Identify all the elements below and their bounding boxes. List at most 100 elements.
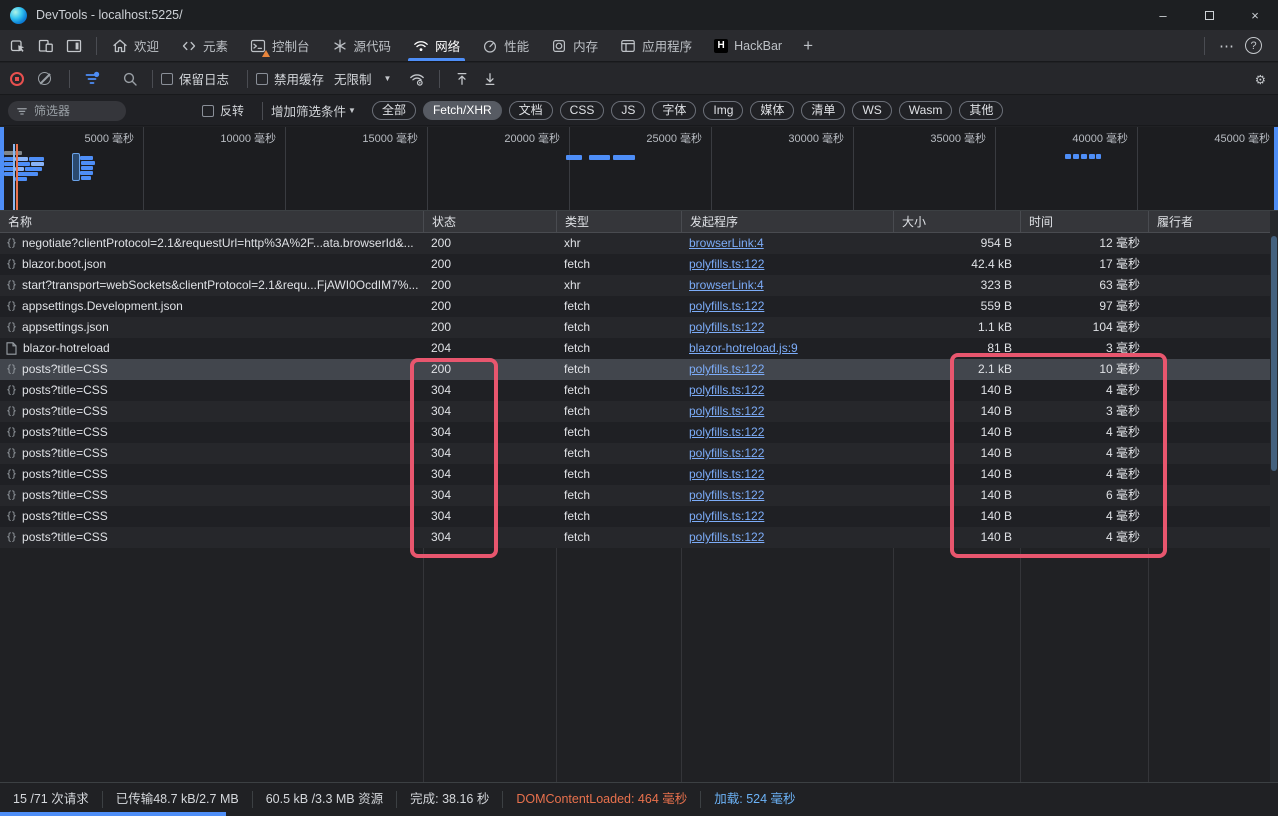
json-braces-icon: {} [6,317,16,338]
waterfall-bar [16,172,38,176]
device-toolbar-button[interactable] [32,33,60,59]
request-name-cell: {}posts?title=CSS [0,464,423,485]
preserve-log-checkbox[interactable] [161,73,173,85]
table-row[interactable]: {}negotiate?clientProtocol=2.1&requestUr… [0,233,1270,254]
type-cell: xhr [556,233,681,254]
resource-filter-chip-字体[interactable]: 字体 [652,101,696,120]
resource-filter-chip-Wasm[interactable]: Wasm [899,101,953,120]
overview-left-handle[interactable] [0,127,4,211]
help-button[interactable]: ? [1245,37,1262,54]
memory-icon [551,38,567,54]
minimize-button[interactable]: – [1140,0,1186,30]
initiator-link[interactable]: polyfills.ts:122 [689,299,764,313]
tab-欢迎[interactable]: 欢迎 [101,30,170,61]
more-tabs-button[interactable]: + [793,30,823,61]
tab-网络[interactable]: 网络 [402,30,471,61]
column-header-履行者[interactable]: 履行者 [1148,211,1270,233]
column-header-大小[interactable]: 大小 [893,211,1020,233]
import-har-button[interactable] [448,66,476,92]
initiator-link[interactable]: browserLink:4 [689,236,764,250]
initiator-link[interactable]: polyfills.ts:122 [689,257,764,271]
chevron-down-icon[interactable]: ▼ [384,74,392,83]
resource-filter-chip-Img[interactable]: Img [703,101,743,120]
clear-network-log-button[interactable] [38,72,51,85]
network-conditions-icon [409,71,425,87]
invert-filter-checkbox[interactable] [202,105,214,117]
waterfall-bar [80,171,93,175]
record-network-log-button[interactable] [10,72,24,86]
column-header-名称[interactable]: 名称 [0,211,423,233]
inspect-button[interactable] [4,33,32,59]
resource-filter-chip-全部[interactable]: 全部 [372,101,416,120]
initiator-link[interactable]: polyfills.ts:122 [689,425,764,439]
initiator-link[interactable]: polyfills.ts:122 [689,383,764,397]
customize-devtools-button[interactable]: ⋯ [1209,37,1245,55]
timeline-tick-label: 40000 毫秒 [1072,130,1128,146]
resource-filter-chip-媒体[interactable]: 媒体 [750,101,794,120]
initiator-link[interactable]: polyfills.ts:122 [689,320,764,334]
tab-HackBar[interactable]: HHackBar [703,30,793,61]
time-cell: 97 毫秒 [1020,296,1148,317]
initiator-link[interactable]: polyfills.ts:122 [689,404,764,418]
initiator-cell: polyfills.ts:122 [681,527,893,548]
json-braces-icon: {} [6,464,16,485]
initiator-link[interactable]: blazor-hotreload.js:9 [689,341,798,355]
column-header-类型[interactable]: 类型 [556,211,681,233]
resource-filter-chip-JS[interactable]: JS [611,101,645,120]
tab-控制台[interactable]: 控制台 [239,30,321,61]
filter-input[interactable]: 筛选器 [8,101,126,121]
request-name-cell: blazor-hotreload [0,338,423,359]
maximize-button[interactable] [1186,0,1232,30]
search-button[interactable] [116,66,144,92]
add-filter-condition-button[interactable]: 增加筛选条件 [271,101,346,120]
initiator-link[interactable]: polyfills.ts:122 [689,488,764,502]
resource-filter-chip-CSS[interactable]: CSS [560,101,605,120]
close-button[interactable]: × [1232,0,1278,30]
summary-item: 已传输48.7 kB/2.7 MB [103,791,253,808]
tab-性能[interactable]: 性能 [471,30,540,61]
column-header-发起程序[interactable]: 发起程序 [681,211,893,233]
network-conditions-button[interactable] [403,66,431,92]
dock-side-button[interactable] [60,33,88,59]
inspect-icon [10,38,26,54]
overview-right-handle[interactable] [1274,127,1278,211]
request-name: posts?title=CSS [22,485,108,506]
column-header-状态[interactable]: 状态 [423,211,556,233]
network-overview-timeline[interactable]: 5000 毫秒10000 毫秒15000 毫秒20000 毫秒25000 毫秒3… [0,127,1278,211]
export-har-button[interactable] [476,66,504,92]
maximize-icon [1205,11,1214,20]
table-row[interactable]: {}appsettings.json200fetchpolyfills.ts:1… [0,317,1270,338]
scrollbar-thumb[interactable] [1271,236,1277,471]
throttling-select[interactable]: 无限制 [334,69,372,88]
network-settings-gear-icon[interactable]: ⚙ [1255,63,1266,95]
resource-filter-chip-清单[interactable]: 清单 [801,101,845,120]
tab-应用程序[interactable]: 应用程序 [609,30,703,61]
request-name-cell: {}posts?title=CSS [0,443,423,464]
tab-源代码[interactable]: 源代码 [321,30,403,61]
time-cell: 104 毫秒 [1020,317,1148,338]
initiator-link[interactable]: polyfills.ts:122 [689,467,764,481]
tab-内存[interactable]: 内存 [540,30,609,61]
resource-filter-chip-其他[interactable]: 其他 [959,101,1003,120]
table-row[interactable]: {}start?transport=webSockets&clientProto… [0,275,1270,296]
initiator-link[interactable]: polyfills.ts:122 [689,509,764,523]
resource-filter-chip-文档[interactable]: 文档 [509,101,553,120]
column-header-时间[interactable]: 时间 [1020,211,1148,233]
initiator-link[interactable]: browserLink:4 [689,278,764,292]
initiator-link[interactable]: polyfills.ts:122 [689,362,764,376]
tab-元素[interactable]: 元素 [170,30,239,61]
timeline-gridline [995,127,996,211]
disable-cache-checkbox[interactable] [256,73,268,85]
initiator-link[interactable]: polyfills.ts:122 [689,530,764,544]
request-name-cell: {}negotiate?clientProtocol=2.1&requestUr… [0,233,423,254]
table-row[interactable]: {}blazor.boot.json200fetchpolyfills.ts:1… [0,254,1270,275]
request-name: posts?title=CSS [22,359,108,380]
filter-toggle-button[interactable] [78,66,106,92]
resource-filter-chip-WS[interactable]: WS [852,101,891,120]
resource-filter-chip-Fetch/XHR[interactable]: Fetch/XHR [423,101,502,120]
type-cell: fetch [556,422,681,443]
chevron-down-icon[interactable]: ▼ [348,106,356,115]
table-row[interactable]: {}appsettings.Development.json200fetchpo… [0,296,1270,317]
fulfilled-by-cell [1148,317,1270,338]
initiator-link[interactable]: polyfills.ts:122 [689,446,764,460]
